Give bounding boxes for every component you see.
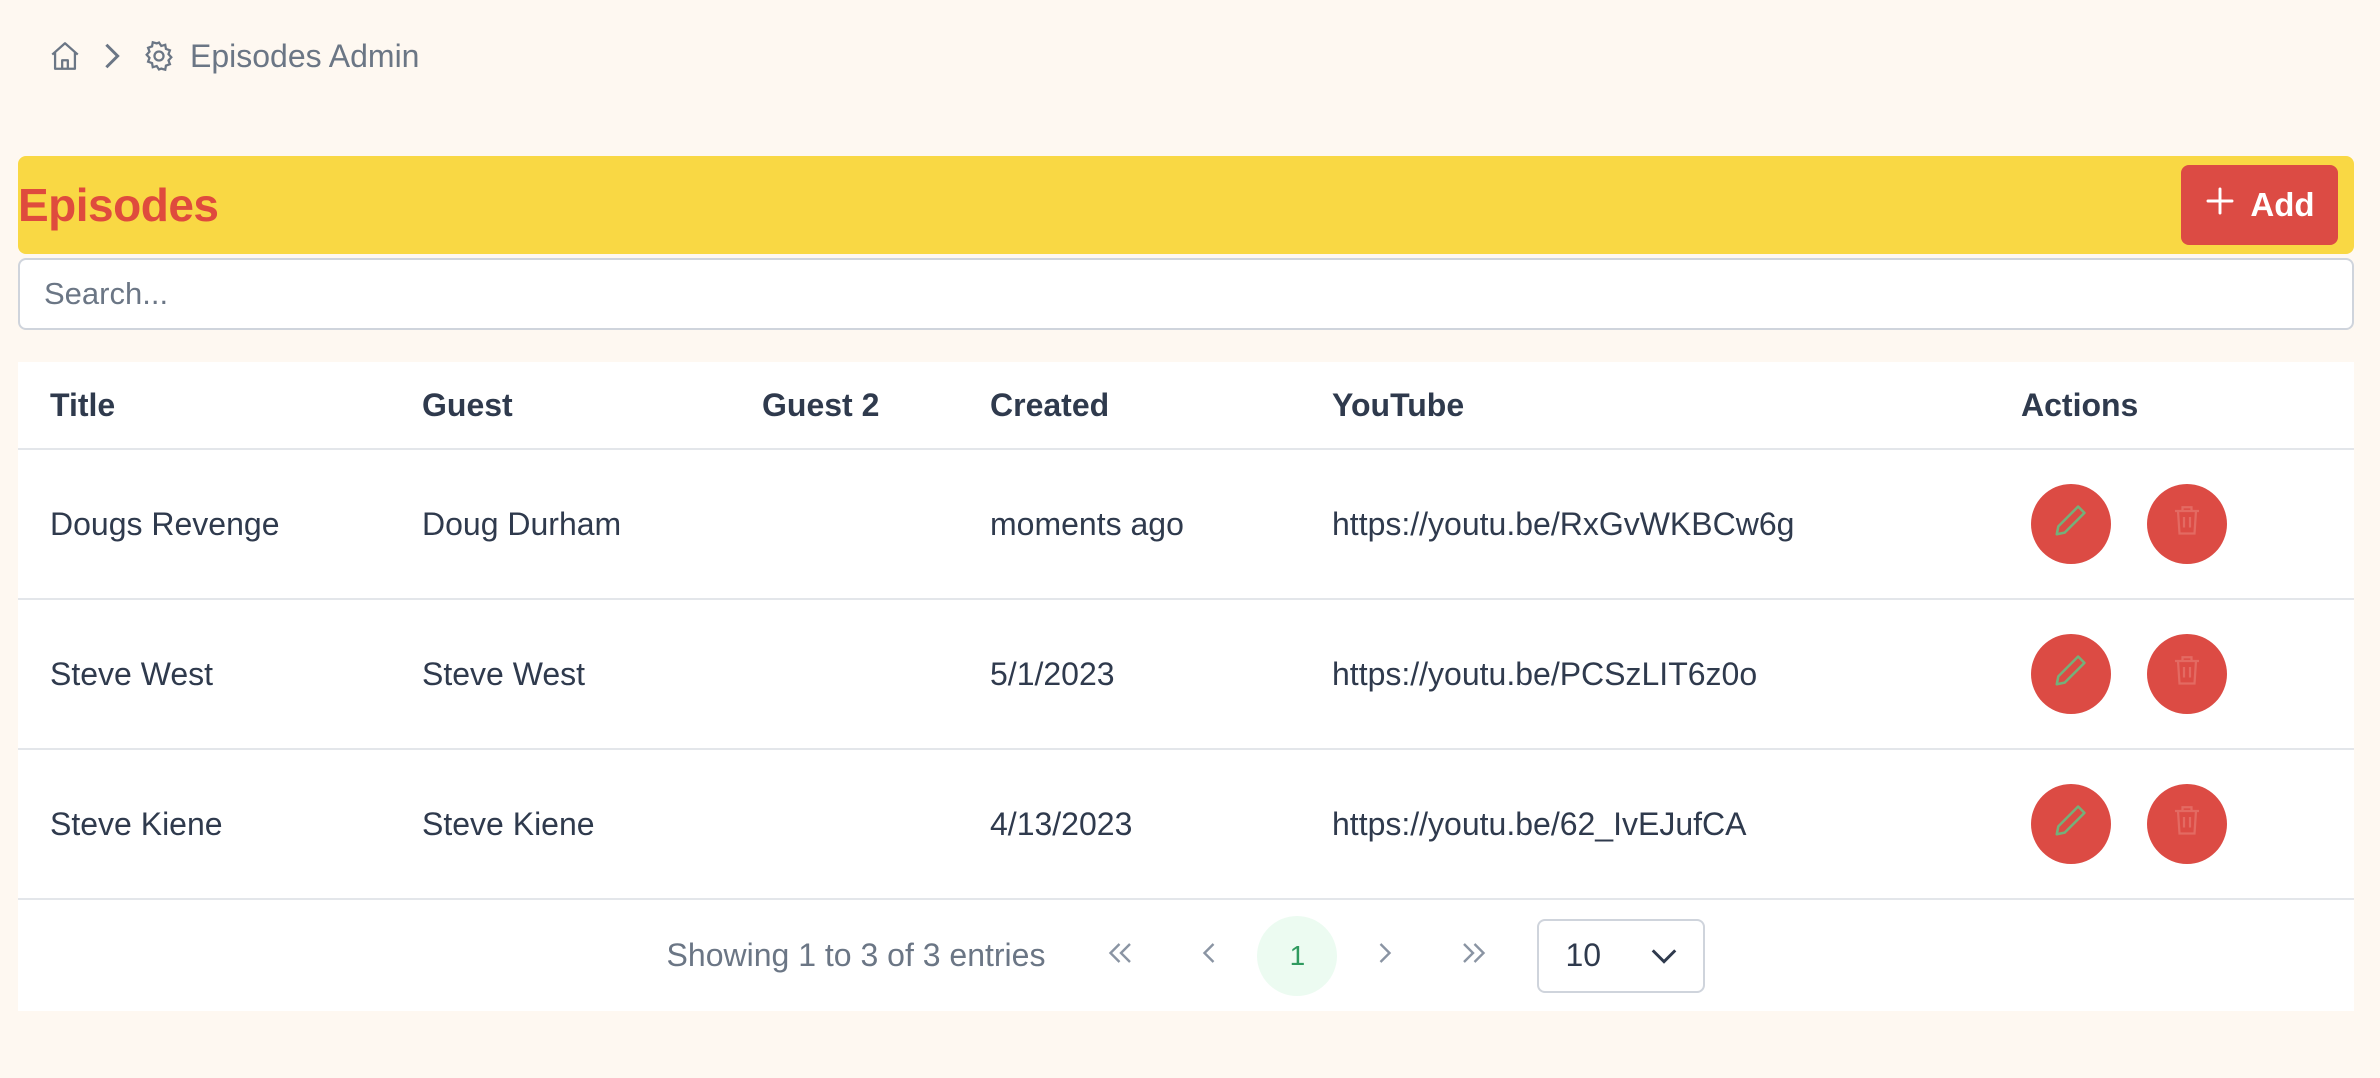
- cell-youtube: https://youtu.be/PCSzLIT6z0o: [1332, 599, 2021, 750]
- delete-button[interactable]: [2147, 634, 2227, 714]
- add-button-label: Add: [2250, 186, 2315, 223]
- cell-title: Steve West: [18, 599, 422, 750]
- episodes-table-card: Title Guest Guest 2 Created YouTube Acti…: [18, 362, 2354, 1011]
- chevron-right-icon: [100, 41, 124, 71]
- chevron-right-icon: [1376, 939, 1394, 973]
- trash-icon: [2169, 652, 2205, 696]
- cell-created: moments ago: [990, 449, 1332, 600]
- prev-page-button[interactable]: [1169, 916, 1249, 996]
- breadcrumb: Episodes Admin: [48, 34, 419, 78]
- trash-icon: [2169, 802, 2205, 846]
- search-input[interactable]: [18, 258, 2354, 330]
- cell-guest2: [762, 599, 990, 750]
- column-header-youtube[interactable]: YouTube: [1332, 362, 2021, 450]
- breadcrumb-label: Episodes Admin: [190, 37, 420, 74]
- home-icon[interactable]: [48, 39, 82, 73]
- gear-icon: [142, 39, 176, 73]
- page-size-value: 10: [1565, 937, 1602, 973]
- cell-created: 4/13/2023: [990, 749, 1332, 900]
- column-header-guest[interactable]: Guest: [422, 362, 762, 450]
- next-page-button[interactable]: [1345, 916, 1425, 996]
- cell-youtube: https://youtu.be/RxGvWKBCw6g: [1332, 449, 2021, 600]
- pencil-icon: [2052, 651, 2090, 697]
- page-size-select[interactable]: 10: [1537, 918, 1706, 993]
- double-chevron-right-icon: [1458, 939, 1488, 973]
- column-header-guest2[interactable]: Guest 2: [762, 362, 990, 450]
- pagination: Showing 1 to 3 of 3 entries 1 10: [18, 900, 2354, 1011]
- cell-actions: [2021, 749, 2354, 900]
- cell-guest: Doug Durham: [422, 449, 762, 600]
- cell-guest: Steve Kiene: [422, 749, 762, 900]
- entries-summary: Showing 1 to 3 of 3 entries: [666, 937, 1046, 973]
- page-title: Episodes: [18, 179, 219, 231]
- cell-title: Steve Kiene: [18, 749, 422, 900]
- page-button-current[interactable]: 1: [1257, 915, 1338, 996]
- table-row: Steve Kiene Steve Kiene 4/13/2023 https:…: [18, 749, 2354, 900]
- table-row: Steve West Steve West 5/1/2023 https://y…: [18, 599, 2354, 750]
- pencil-icon: [2052, 501, 2090, 547]
- delete-button[interactable]: [2147, 484, 2227, 564]
- edit-button[interactable]: [2031, 484, 2111, 564]
- breadcrumb-current[interactable]: Episodes Admin: [142, 38, 419, 75]
- cell-created: 5/1/2023: [990, 599, 1332, 750]
- add-button[interactable]: Add: [2181, 165, 2338, 245]
- chevron-left-icon: [1200, 939, 1218, 973]
- cell-actions: [2021, 449, 2354, 600]
- cell-guest2: [762, 449, 990, 600]
- page-header: Episodes Add: [18, 156, 2354, 254]
- edit-button[interactable]: [2031, 634, 2111, 714]
- cell-guest: Steve West: [422, 599, 762, 750]
- trash-icon: [2169, 502, 2205, 546]
- column-header-actions: Actions: [2021, 362, 2354, 450]
- pencil-icon: [2052, 801, 2090, 847]
- table-header-row: Title Guest Guest 2 Created YouTube Acti…: [18, 362, 2354, 450]
- cell-actions: [2021, 599, 2354, 750]
- column-header-created[interactable]: Created: [990, 362, 1332, 450]
- double-chevron-left-icon: [1106, 939, 1136, 973]
- table-row: Dougs Revenge Doug Durham moments ago ht…: [18, 449, 2354, 600]
- column-header-title[interactable]: Title: [18, 362, 422, 450]
- cell-guest2: [762, 749, 990, 900]
- chevron-down-icon: [1649, 937, 1679, 974]
- plus-icon: [2204, 185, 2236, 225]
- delete-button[interactable]: [2147, 784, 2227, 864]
- last-page-button[interactable]: [1433, 916, 1513, 996]
- edit-button[interactable]: [2031, 784, 2111, 864]
- episodes-table: Title Guest Guest 2 Created YouTube Acti…: [18, 362, 2354, 900]
- cell-title: Dougs Revenge: [18, 449, 422, 600]
- first-page-button[interactable]: [1081, 916, 1161, 996]
- cell-youtube: https://youtu.be/62_IvEJufCA: [1332, 749, 2021, 900]
